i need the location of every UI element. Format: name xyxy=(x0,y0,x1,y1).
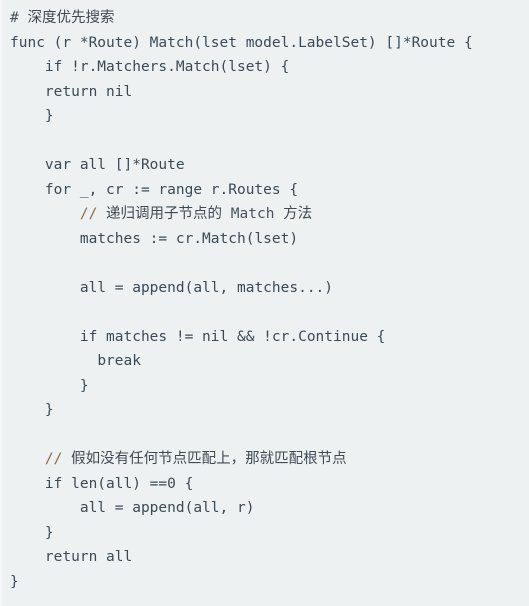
code-line: break xyxy=(10,349,529,374)
code-line: return nil xyxy=(10,80,529,105)
code-line: if matches != nil && !cr.Continue { xyxy=(10,325,529,350)
code-line: # 深度优先搜索 xyxy=(10,6,529,31)
code-text: } xyxy=(44,402,54,418)
code-text: return all xyxy=(44,549,133,565)
code-line: for _, cr := range r.Routes { xyxy=(10,178,529,203)
comment-slash-marker: // xyxy=(79,206,98,222)
code-text: for _, cr := range r.Routes { xyxy=(44,181,299,198)
code-line: all = append(all, r) xyxy=(10,496,529,521)
code-text-cjk: 深度优先搜索 xyxy=(27,10,115,26)
code-listing[interactable]: # 深度优先搜索 func (r *Route) Match(lset model… xyxy=(0,6,529,594)
code-text: if !r.Matchers.Match(lset) { xyxy=(44,59,290,75)
code-text: } xyxy=(44,108,54,124)
code-block: # 深度优先搜索 func (r *Route) Match(lset model… xyxy=(0,0,529,606)
code-text: all = append(all, r) xyxy=(79,500,255,516)
code-line: var all []*Route xyxy=(10,153,529,178)
comment-hash-marker: # xyxy=(10,10,19,26)
code-text: } xyxy=(10,573,19,590)
code-text: if len(all) ==0 { xyxy=(44,475,194,492)
code-line: // 假如没有任何节点匹配上，那就匹配根节点 xyxy=(10,447,529,472)
code-text-cjk: 方法 xyxy=(283,206,313,222)
code-line: matches := cr.Match(lset) xyxy=(10,227,529,252)
code-text: var all []*Route xyxy=(44,157,185,173)
code-text-cjk: 假如没有任何节点匹配上，那就匹配根节点 xyxy=(71,451,347,467)
code-line: all = append(all, matches...) xyxy=(10,276,529,301)
code-line: } xyxy=(10,104,529,129)
code-text: Match xyxy=(222,206,284,222)
code-text: } xyxy=(44,524,54,541)
code-line: return all xyxy=(10,545,529,570)
code-text: func (r *Route) Match(lset model.LabelSe… xyxy=(10,34,473,51)
code-line: if len(all) ==0 { xyxy=(10,472,529,497)
code-line: func (r *Route) Match(lset model.LabelSe… xyxy=(10,31,529,56)
code-line: } xyxy=(10,374,529,399)
code-line: } xyxy=(10,521,529,546)
code-text: break xyxy=(97,353,141,369)
code-text: matches := cr.Match(lset) xyxy=(79,230,299,247)
code-line: // 递归调用子节点的 Match 方法 xyxy=(10,202,529,227)
code-line: if !r.Matchers.Match(lset) { xyxy=(10,55,529,80)
code-text: return nil xyxy=(44,83,133,100)
code-line: } xyxy=(10,398,529,423)
code-text-cjk: 递归调用子节点的 xyxy=(106,206,223,222)
code-line: } xyxy=(10,570,529,595)
code-text: } xyxy=(79,377,89,394)
comment-slash-marker: // xyxy=(44,451,63,467)
code-text: if matches != nil && !cr.Continue { xyxy=(79,328,386,345)
code-text: all = append(all, matches...) xyxy=(79,279,334,296)
